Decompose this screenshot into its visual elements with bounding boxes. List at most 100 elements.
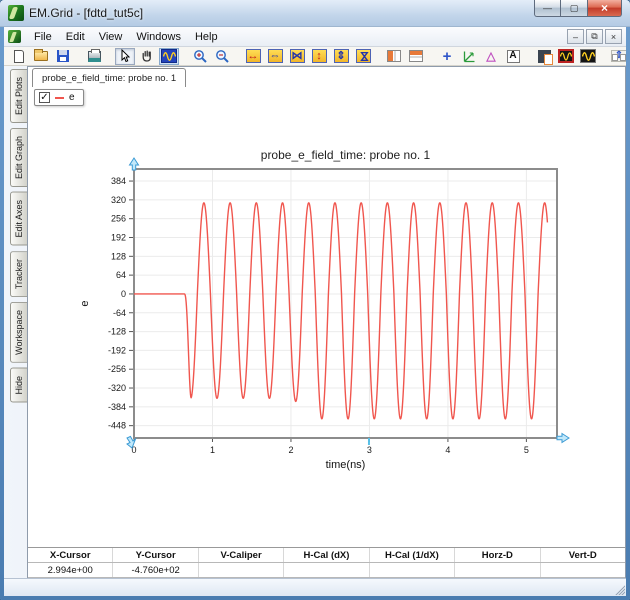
status-bar	[4, 578, 626, 596]
wave-red-frame-icon	[558, 49, 574, 63]
wave-dark-icon[interactable]	[578, 48, 598, 65]
document-tab[interactable]: probe_e_field_time: probe no. 1	[32, 68, 187, 87]
fit-y-icon[interactable]: ⋈	[353, 48, 373, 65]
side-tab-edit-axes[interactable]: Edit Axes	[10, 192, 27, 246]
window-controls: — ▢ ×	[534, 0, 622, 17]
text-tool-icon[interactable]: A	[503, 48, 523, 65]
caliper-tool-icon: △	[486, 49, 496, 63]
x-axis-label: time(ns)	[326, 459, 366, 471]
close-button[interactable]: ×	[588, 0, 622, 17]
svg-text:384: 384	[111, 176, 126, 186]
toolbar-group	[383, 48, 427, 65]
side-tab-workspace[interactable]: Workspace	[10, 301, 27, 363]
cursor-table-value-row: 2.994e+00 -4.760e+02	[28, 563, 625, 578]
svg-text:256: 256	[111, 214, 126, 224]
print-icon[interactable]	[84, 48, 104, 65]
split-vertical-icon	[387, 50, 401, 62]
cursor-col-header-6: Vert-D	[568, 550, 597, 561]
expand-x-icon[interactable]: ↔	[243, 48, 263, 65]
copy-plot-icon[interactable]	[534, 48, 554, 65]
copy-plot-icon	[537, 49, 553, 65]
side-tab-strip: Edit Plots Edit Graph Edit Axes Tracker Work…	[4, 66, 27, 578]
sync-y-icon: ⇕	[611, 50, 626, 62]
menu-item-view[interactable]: View	[92, 29, 130, 45]
svg-text:4: 4	[445, 445, 450, 455]
document-area: probe_e_field_time: probe no. 1 ✓ e prob…	[27, 66, 626, 578]
mdi-close-button[interactable]: ×	[605, 29, 622, 44]
pan-x-icon[interactable]: ⇔	[265, 48, 285, 65]
menu-item-windows[interactable]: Windows	[129, 29, 188, 45]
cursor-readout-table: X-Cursor Y-Cursor V-Caliper H-Cal (dX) H-Cal…	[28, 547, 625, 578]
toolbar-group	[189, 48, 233, 65]
menu-item-help[interactable]: Help	[188, 29, 225, 45]
cursor-value-2	[199, 563, 285, 577]
pan-tool-icon[interactable]	[137, 48, 157, 65]
window-title: EM.Grid - [fdtd_tut5c]	[29, 6, 144, 20]
split-horizontal-icon[interactable]	[406, 48, 426, 65]
main-area: Edit Plots Edit Graph Edit Axes Tracker Work…	[4, 66, 626, 578]
select-tool-icon[interactable]	[115, 47, 135, 65]
new-file-icon[interactable]	[9, 48, 29, 65]
open-icon	[34, 49, 48, 61]
plot-canvas[interactable]: probe_e_field_time: probe no. 1 time(ns) e…	[28, 87, 627, 517]
wave-dark-icon	[580, 49, 596, 63]
svg-text:3: 3	[367, 445, 372, 455]
zoom-in-icon[interactable]	[190, 48, 210, 65]
plot-mode-icon[interactable]	[159, 47, 179, 65]
minimize-button[interactable]: —	[534, 0, 561, 17]
waveform-trace	[133, 202, 549, 420]
cursor-value-1: -4.760e+02	[113, 563, 199, 577]
expand-y-icon: ↕	[311, 49, 327, 63]
title-bar[interactable]: EM.Grid - [fdtd_tut5c] — ▢ ×	[0, 0, 630, 27]
expand-y-icon[interactable]: ↕	[309, 48, 329, 65]
side-tab-tracker[interactable]: Tracker	[10, 250, 27, 297]
select-tool-icon	[118, 49, 132, 63]
svg-text:5: 5	[524, 445, 529, 455]
side-tab-edit-plots[interactable]: Edit Plots	[10, 69, 27, 124]
text-tool-icon: A	[506, 49, 520, 63]
fit-y-icon: ⋈	[355, 49, 371, 63]
x-axis-right-handle	[556, 432, 570, 444]
svg-text:64: 64	[116, 270, 126, 280]
svg-text:192: 192	[111, 232, 126, 242]
toolbar-group	[114, 47, 180, 65]
cursor-col-header-4: H-Cal (1/dX)	[370, 548, 456, 562]
save-icon[interactable]	[53, 48, 73, 65]
toolbar-group: + △ A	[436, 48, 524, 65]
mdi-minimize-button[interactable]: –	[567, 29, 584, 44]
svg-text:0: 0	[121, 289, 126, 299]
crosshair-tool-icon[interactable]: +	[437, 48, 457, 65]
toolbar-group: ↔ ⇔ ⋈ ↕ ⇕ ⋈	[242, 48, 374, 65]
cursor-col-header-5: Horz-D	[455, 548, 541, 562]
svg-text:-256: -256	[108, 364, 126, 374]
zoom-out-icon[interactable]	[212, 48, 232, 65]
pan-y-icon[interactable]: ⇕	[331, 48, 351, 65]
toolbar-group	[533, 48, 599, 65]
pan-x-icon: ⇔	[267, 49, 283, 63]
mdi-restore-button[interactable]: ⧉	[586, 29, 603, 44]
fit-x-icon[interactable]: ⋈	[287, 48, 307, 65]
maximize-button[interactable]: ▢	[561, 0, 588, 17]
cursor-value-5	[455, 563, 541, 577]
app-window: EM.Grid - [fdtd_tut5c] — ▢ × File Edit Vie…	[0, 0, 630, 600]
side-tab-hide[interactable]: Hide	[10, 367, 27, 403]
menu-item-edit[interactable]: Edit	[59, 29, 92, 45]
toolbar-group	[83, 48, 105, 65]
resize-grip[interactable]	[612, 582, 625, 595]
zoom-out-icon	[215, 49, 230, 64]
svg-text:-128: -128	[108, 327, 126, 337]
open-icon[interactable]	[31, 48, 51, 65]
toolbar-group: ⇕⇔	[608, 48, 626, 65]
svg-text:-448: -448	[108, 421, 126, 431]
split-vertical-icon[interactable]	[384, 48, 404, 65]
axes-tool-icon[interactable]	[459, 48, 479, 65]
menu-item-file[interactable]: File	[27, 29, 59, 45]
menu-items: File Edit View Windows Help	[27, 29, 225, 45]
wave-red-frame-icon[interactable]	[556, 48, 576, 65]
app-logo-icon	[8, 5, 24, 21]
caliper-tool-icon[interactable]: △	[481, 48, 501, 65]
svg-text:-320: -320	[108, 383, 126, 393]
cursor-col-header-1: Y-Cursor	[113, 548, 199, 562]
side-tab-edit-graph[interactable]: Edit Graph	[10, 128, 27, 188]
sync-y-icon[interactable]: ⇕	[609, 48, 626, 65]
